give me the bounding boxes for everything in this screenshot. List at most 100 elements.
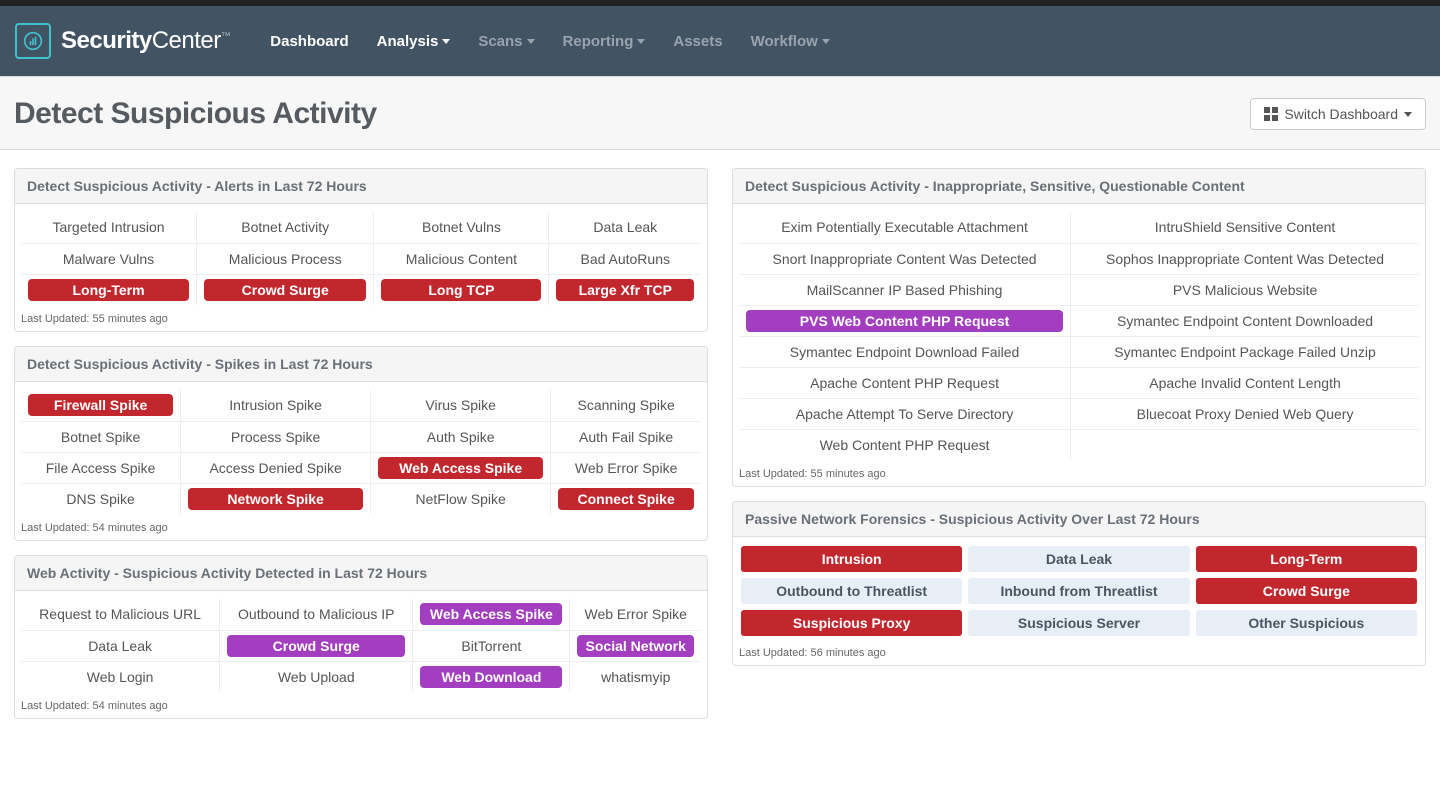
grid-cell[interactable]: Malware Vulns (21, 243, 197, 274)
alert-pill[interactable]: Web Access Spike (378, 457, 543, 479)
forensics-chip[interactable]: Suspicious Proxy (741, 610, 962, 636)
nav-dashboard[interactable]: Dashboard (270, 33, 348, 50)
grid-cell[interactable]: Web Access Spike (371, 452, 551, 483)
grid-cell[interactable]: Auth Spike (371, 421, 551, 452)
grid-cell[interactable]: Outbound to Malicious IP (220, 599, 413, 630)
panel-web: Web Activity - Suspicious Activity Detec… (14, 555, 708, 719)
grid-cell[interactable]: Apache Attempt To Serve Directory (739, 398, 1071, 429)
grid-cell[interactable]: Exim Potentially Executable Attachment (739, 212, 1071, 243)
panel-title: Passive Network Forensics - Suspicious A… (733, 502, 1425, 537)
grid-cell[interactable]: Intrusion Spike (181, 390, 371, 421)
grid-cell[interactable]: Malicious Process (197, 243, 374, 274)
grid-cell[interactable]: Firewall Spike (21, 390, 181, 421)
forensics-chip[interactable]: Crowd Surge (1196, 578, 1417, 604)
grid-cell[interactable]: IntruShield Sensitive Content (1071, 212, 1419, 243)
forensics-row: IntrusionData Leak Long-Term (735, 543, 1423, 575)
grid-cell[interactable]: whatismyip (570, 661, 701, 692)
grid-cell[interactable]: Access Denied Spike (181, 452, 371, 483)
grid-cell[interactable]: Crowd Surge (197, 274, 374, 305)
grid-cell[interactable] (1071, 429, 1419, 460)
nav-assets[interactable]: Assets (673, 33, 722, 50)
forensics-chip[interactable]: Suspicious Server (968, 610, 1189, 636)
grid-cell[interactable]: Symantec Endpoint Content Downloaded (1071, 305, 1419, 336)
forensics-chip[interactable]: Data Leak (968, 546, 1189, 572)
forensics-chip[interactable]: Long-Term (1196, 546, 1417, 572)
grid-cell[interactable]: DNS Spike (21, 483, 181, 514)
grid-cell[interactable]: Long TCP (374, 274, 549, 305)
caret-icon (637, 39, 645, 44)
grid-cell[interactable]: Apache Invalid Content Length (1071, 367, 1419, 398)
grid-cell[interactable]: Crowd Surge (220, 630, 413, 661)
grid-cell[interactable]: Botnet Spike (21, 421, 181, 452)
web-grid: Request to Malicious URLOutbound to Mali… (21, 599, 701, 692)
grid-cell[interactable]: Process Spike (181, 421, 371, 452)
grid-cell[interactable]: Large Xfr TCP (549, 274, 701, 305)
grid-cell[interactable]: Apache Content PHP Request (739, 367, 1071, 398)
grid-cell[interactable]: Botnet Activity (197, 212, 374, 243)
alert-pill[interactable]: Firewall Spike (28, 394, 173, 416)
right-column: Detect Suspicious Activity - Inappropria… (732, 168, 1426, 719)
forensics-chip[interactable]: Inbound from Threatlist (968, 578, 1189, 604)
forensics-chip[interactable]: Outbound to Threatlist (741, 578, 962, 604)
grid-cell[interactable]: Data Leak (21, 630, 220, 661)
panel-inappropriate: Detect Suspicious Activity - Inappropria… (732, 168, 1426, 487)
nav-workflow[interactable]: Workflow (751, 33, 830, 50)
switch-dashboard-button[interactable]: Switch Dashboard (1250, 98, 1426, 130)
forensics-chip[interactable]: Intrusion (741, 546, 962, 572)
grid-cell[interactable]: Social Network (570, 630, 701, 661)
grid-cell[interactable]: Snort Inappropriate Content Was Detected (739, 243, 1071, 274)
nav-analysis[interactable]: Analysis (377, 33, 451, 50)
grid-cell[interactable]: PVS Malicious Website (1071, 274, 1419, 305)
grid-cell[interactable]: Network Spike (181, 483, 371, 514)
panel-title: Web Activity - Suspicious Activity Detec… (15, 556, 707, 591)
grid-cell[interactable]: Scanning Spike (551, 390, 701, 421)
alert-pill[interactable]: Long-Term (28, 279, 189, 301)
grid-cell[interactable]: Web Access Spike (413, 599, 570, 630)
nav-analysis-label: Analysis (377, 33, 439, 50)
grid-cell[interactable]: Web Upload (220, 661, 413, 692)
grid-cell[interactable]: Virus Spike (371, 390, 551, 421)
nav-scans[interactable]: Scans (478, 33, 534, 50)
brand-logo[interactable]: SecurityCenter™ (15, 23, 230, 59)
grid-cell[interactable]: MailScanner IP Based Phishing (739, 274, 1071, 305)
last-updated: Last Updated: 54 minutes ago (15, 518, 707, 540)
alert-pill[interactable]: Connect Spike (558, 488, 694, 510)
alert-pill[interactable]: Crowd Surge (227, 635, 405, 657)
grid-cell[interactable]: NetFlow Spike (371, 483, 551, 514)
grid-cell[interactable]: PVS Web Content PHP Request (739, 305, 1071, 336)
nav-reporting[interactable]: Reporting (563, 33, 646, 50)
grid-cell[interactable]: Web Error Spike (551, 452, 701, 483)
grid-cell[interactable]: Long-Term (21, 274, 197, 305)
grid-cell[interactable]: Bad AutoRuns (549, 243, 701, 274)
grid-cell[interactable]: Botnet Vulns (374, 212, 549, 243)
grid-cell[interactable]: Bluecoat Proxy Denied Web Query (1071, 398, 1419, 429)
alert-pill[interactable]: Large Xfr TCP (556, 279, 694, 301)
grid-cell[interactable]: Web Download (413, 661, 570, 692)
grid-cell[interactable]: Connect Spike (551, 483, 701, 514)
grid-cell[interactable]: Malicious Content (374, 243, 549, 274)
alert-pill[interactable]: Social Network (577, 635, 694, 657)
panel-title: Detect Suspicious Activity - Alerts in L… (15, 169, 707, 204)
grid-cell[interactable]: Auth Fail Spike (551, 421, 701, 452)
logo-icon (15, 23, 51, 59)
grid-cell[interactable]: Targeted Intrusion (21, 212, 197, 243)
grid-cell[interactable]: Data Leak (549, 212, 701, 243)
grid-cell[interactable]: Symantec Endpoint Package Failed Unzip (1071, 336, 1419, 367)
left-column: Detect Suspicious Activity - Alerts in L… (14, 168, 708, 719)
alert-pill[interactable]: Web Download (420, 666, 562, 688)
grid-cell[interactable]: Web Content PHP Request (739, 429, 1071, 460)
alert-pill[interactable]: PVS Web Content PHP Request (746, 310, 1063, 332)
grid-cell[interactable]: File Access Spike (21, 452, 181, 483)
alert-pill[interactable]: Crowd Surge (204, 279, 366, 301)
forensics-chip[interactable]: Other Suspicious (1196, 610, 1417, 636)
grid-cell[interactable]: BitTorrent (413, 630, 570, 661)
grid-cell[interactable]: Web Error Spike (570, 599, 701, 630)
grid-cell[interactable]: Web Login (21, 661, 220, 692)
grid-cell[interactable]: Request to Malicious URL (21, 599, 220, 630)
alert-pill[interactable]: Web Access Spike (420, 603, 562, 625)
grid-cell[interactable]: Sophos Inappropriate Content Was Detecte… (1071, 243, 1419, 274)
grid-cell[interactable]: Symantec Endpoint Download Failed (739, 336, 1071, 367)
alert-pill[interactable]: Long TCP (381, 279, 541, 301)
panel-title: Detect Suspicious Activity - Spikes in L… (15, 347, 707, 382)
alert-pill[interactable]: Network Spike (188, 488, 363, 510)
